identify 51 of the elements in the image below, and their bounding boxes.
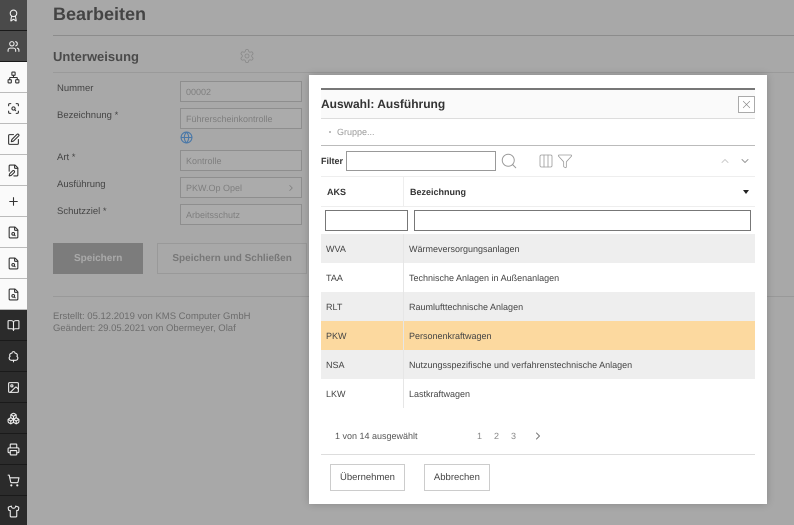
table-row[interactable]: PKW Personenkraftwagen [321, 321, 755, 350]
table-row[interactable]: NSA Nutzungsspezifische und verfahrenstechnische Anlagen [321, 350, 755, 379]
column-filter-input[interactable] [414, 210, 751, 231]
sidebar-nav-icon[interactable] [7, 194, 20, 208]
filter-icon[interactable] [557, 153, 574, 169]
field-label: Bezeichnung * [57, 109, 120, 121]
filter-label: Filter [321, 156, 344, 166]
page-title: Bearbeiten [53, 0, 794, 36]
apply-button[interactable]: Übernehmen [330, 464, 405, 491]
sidebar-nav-icon[interactable] [7, 256, 20, 270]
dropdown-icon[interactable] [743, 190, 749, 194]
sidebar-nav-icon[interactable] [7, 350, 20, 362]
dialog-title: Auswahl: Ausführung [321, 97, 446, 111]
sidebar-nav-icon[interactable] [7, 164, 20, 176]
section-title: Unterweisung [53, 48, 139, 64]
column-header[interactable]: AKS [321, 177, 404, 206]
table-cell-text: Wärmeversorgungsanlagen [408, 242, 521, 256]
page-link[interactable]: 1 [477, 431, 482, 441]
page-link[interactable]: 2 [494, 431, 500, 441]
table-cell-text: Lastkraftwagen [408, 388, 472, 401]
sidebar-nav-icon[interactable] [7, 102, 20, 114]
table-cell-text: Raumlufttechnische Anlagen [408, 300, 524, 314]
column-filter-input[interactable] [325, 210, 408, 231]
page-link[interactable]: 3 [511, 431, 516, 441]
sidebar-nav-icon[interactable] [7, 288, 20, 300]
table-row[interactable]: WVA Wärmeversorgungsanlagen [321, 234, 755, 263]
sidebar-nav-icon[interactable] [7, 442, 20, 456]
field-label: Schutzziel * [57, 205, 108, 217]
sidebar-nav-icon[interactable] [7, 8, 20, 22]
selection-count: 1 von 14 ausgewählt [335, 431, 419, 441]
cancel-button[interactable]: Abbrechen [424, 464, 490, 491]
audit-text: Geändert: 29.05.2021 von Obermeyer, Olaf [53, 323, 237, 335]
sidebar-nav-icon[interactable] [7, 412, 20, 424]
table-cell-text: Technische Anlagen in Außenanlagen [408, 272, 560, 285]
sidebar-nav-icon[interactable] [7, 70, 20, 84]
filter-input[interactable] [346, 151, 496, 171]
table-cell-text: Personenkraftwagen [408, 330, 493, 343]
search-icon[interactable] [500, 152, 518, 170]
table-cell: LKW [321, 379, 404, 408]
audit-text: Erstellt: 05.12.2019 von KMS Computer GmbH [53, 311, 252, 323]
field-label: Nummer [57, 82, 94, 94]
table-row[interactable]: RLT Raumlufttechnische Anlagen [321, 292, 755, 321]
sidebar-nav-icon[interactable] [7, 226, 20, 238]
sidebar-nav-icon[interactable] [7, 40, 20, 52]
group-link[interactable]: Gruppe... [337, 127, 375, 137]
field-label: Art * [57, 151, 76, 163]
column-header[interactable]: Bezeichnung [404, 177, 755, 206]
table-cell-text: Nutzungsspezifische und verfahrenstechnische Anlagen [408, 358, 634, 372]
field-label: Ausführung [57, 178, 107, 190]
sidebar-nav-icon[interactable] [7, 132, 20, 146]
sidebar-nav-icon[interactable] [7, 474, 20, 486]
